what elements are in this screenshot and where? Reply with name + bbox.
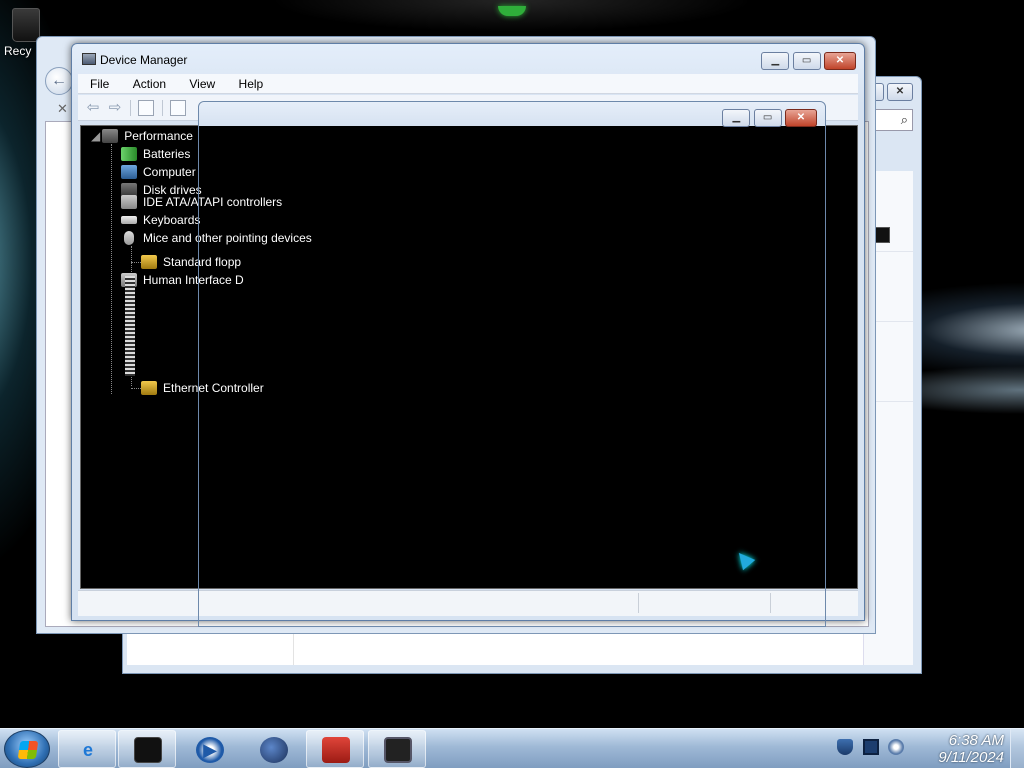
mouse-icon: [124, 231, 134, 245]
menu-view[interactable]: View: [177, 74, 223, 91]
taskbar-internet-explorer[interactable]: e: [58, 730, 116, 768]
properties-icon[interactable]: [170, 100, 186, 116]
maximize-button[interactable]: ▭: [753, 109, 782, 127]
maximize-button[interactable]: ▭: [792, 52, 821, 70]
taskbar-media-player[interactable]: ▶: [180, 730, 238, 768]
minimize-button[interactable]: ▁: [761, 52, 790, 70]
overlapping-dialog[interactable]: ▁ ▭ ✕: [198, 101, 826, 627]
internet-explorer-icon: e: [82, 740, 93, 760]
tree-item-keyboards[interactable]: Keyboards: [121, 212, 200, 228]
system-tray: [831, 739, 904, 755]
back-arrow-icon[interactable]: ←: [45, 67, 73, 95]
taskbar-toolbox[interactable]: [306, 730, 364, 768]
window-controls: ▁ ▭ ✕: [761, 52, 856, 70]
media-player-icon: ▶: [196, 737, 224, 763]
show-hide-console-tree-icon[interactable]: [138, 100, 154, 116]
close-button[interactable]: ✕: [824, 52, 856, 70]
warning-device-icon: [141, 255, 157, 269]
forward-arrow-icon[interactable]: ⇨: [106, 99, 124, 117]
tree-item-batteries[interactable]: Batteries: [121, 146, 190, 162]
menu-action[interactable]: Action: [121, 74, 174, 91]
render-artifact: [125, 276, 135, 376]
collapse-icon[interactable]: ◢: [91, 129, 100, 143]
clock-time: 6:38 AM: [948, 732, 1004, 749]
globe-icon: [260, 737, 288, 763]
green-glow-decoration: [498, 6, 526, 16]
warning-device-icon: [141, 381, 157, 395]
taskbar-globe[interactable]: [244, 730, 302, 768]
close-button[interactable]: ✕: [887, 83, 913, 101]
tree-item-label: Computer: [143, 165, 196, 179]
toolbar-separator: [130, 100, 131, 116]
tree-root-label: Performance: [124, 129, 193, 143]
action-center-icon[interactable]: [837, 739, 854, 755]
taskbar: e ▶ 6:38 AM 9/11/2024: [0, 728, 1024, 768]
toolbar-separator: [162, 100, 163, 116]
back-arrow-icon[interactable]: ⇦: [84, 99, 102, 117]
close-icon[interactable]: ✕: [57, 101, 68, 117]
battery-icon: [121, 147, 137, 161]
windows-logo-icon: [17, 741, 39, 759]
tree-item-label: Batteries: [143, 147, 191, 161]
menu-file[interactable]: File: [78, 74, 117, 91]
tree-line: [111, 144, 112, 394]
ide-controller-icon: [121, 195, 137, 209]
volume-icon[interactable]: [888, 739, 904, 755]
dialog-title-bar: ▁ ▭ ✕: [199, 102, 825, 127]
computer-icon: [121, 165, 137, 179]
black-window-icon: [134, 737, 162, 763]
network-icon[interactable]: [862, 739, 879, 755]
recycle-bin-icon: [12, 8, 40, 42]
menu-bar: File Action View Help: [78, 74, 858, 94]
show-desktop-button[interactable]: [1010, 729, 1024, 768]
tree-item-label: Keyboards: [143, 213, 201, 227]
taskbar-clock[interactable]: 6:38 AM 9/11/2024: [908, 732, 1004, 766]
window-title: Device Manager: [100, 53, 188, 67]
monitor-icon: [384, 737, 412, 763]
tree-item-computer[interactable]: Computer: [121, 164, 196, 180]
window-title-bar: Device Manager: [82, 53, 187, 67]
performance-icon: [102, 129, 119, 143]
thumbnail-icon[interactable]: [874, 227, 890, 243]
taskbar-monitor[interactable]: [368, 730, 426, 768]
recycle-bin-label: Recy: [4, 44, 32, 58]
clock-date: 9/11/2024: [938, 749, 1004, 766]
keyboard-icon: [121, 216, 137, 224]
dialog-controls: ▁ ▭ ✕: [722, 109, 817, 127]
minimize-button[interactable]: ▁: [722, 109, 751, 127]
start-button[interactable]: [4, 730, 50, 768]
device-manager-icon: [82, 53, 96, 65]
toolbox-icon: [322, 737, 350, 763]
taskbar-black-window[interactable]: [118, 730, 176, 768]
menu-help[interactable]: Help: [227, 74, 272, 91]
close-button[interactable]: ✕: [785, 109, 817, 127]
tree-root[interactable]: ◢ Performance: [91, 128, 193, 144]
